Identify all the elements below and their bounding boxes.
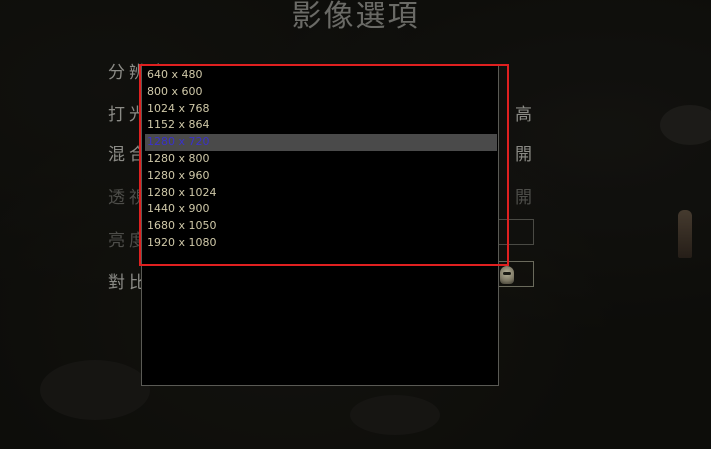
- resolution-option[interactable]: 1024 x 768: [145, 101, 497, 118]
- resolution-option[interactable]: 1680 x 1050: [145, 218, 497, 235]
- option-value-lighting-quality[interactable]: 高: [515, 100, 532, 125]
- skull-icon[interactable]: [500, 266, 514, 284]
- resolution-option-selected[interactable]: 1280 x 720: [145, 134, 497, 151]
- resolution-option[interactable]: 800 x 600: [145, 84, 497, 101]
- option-value-blended-shadows[interactable]: 開: [515, 140, 532, 165]
- resolution-option[interactable]: 1440 x 900: [145, 201, 497, 218]
- brightness-slider[interactable]: [498, 219, 534, 245]
- resolution-list: 640 x 480 800 x 600 1024 x 768 1152 x 86…: [142, 66, 498, 252]
- option-value-perspective[interactable]: 開: [515, 183, 532, 208]
- resolution-dropdown[interactable]: 640 x 480 800 x 600 1024 x 768 1152 x 86…: [141, 65, 499, 386]
- resolution-option[interactable]: 640 x 480: [145, 67, 497, 84]
- resolution-option[interactable]: 1152 x 864: [145, 117, 497, 134]
- resolution-option[interactable]: 1280 x 800: [145, 151, 497, 168]
- resolution-option[interactable]: 1280 x 960: [145, 168, 497, 185]
- resolution-option[interactable]: 1920 x 1080: [145, 235, 497, 252]
- page-title: 影像選項: [291, 0, 420, 34]
- resolution-option[interactable]: 1280 x 1024: [145, 185, 497, 202]
